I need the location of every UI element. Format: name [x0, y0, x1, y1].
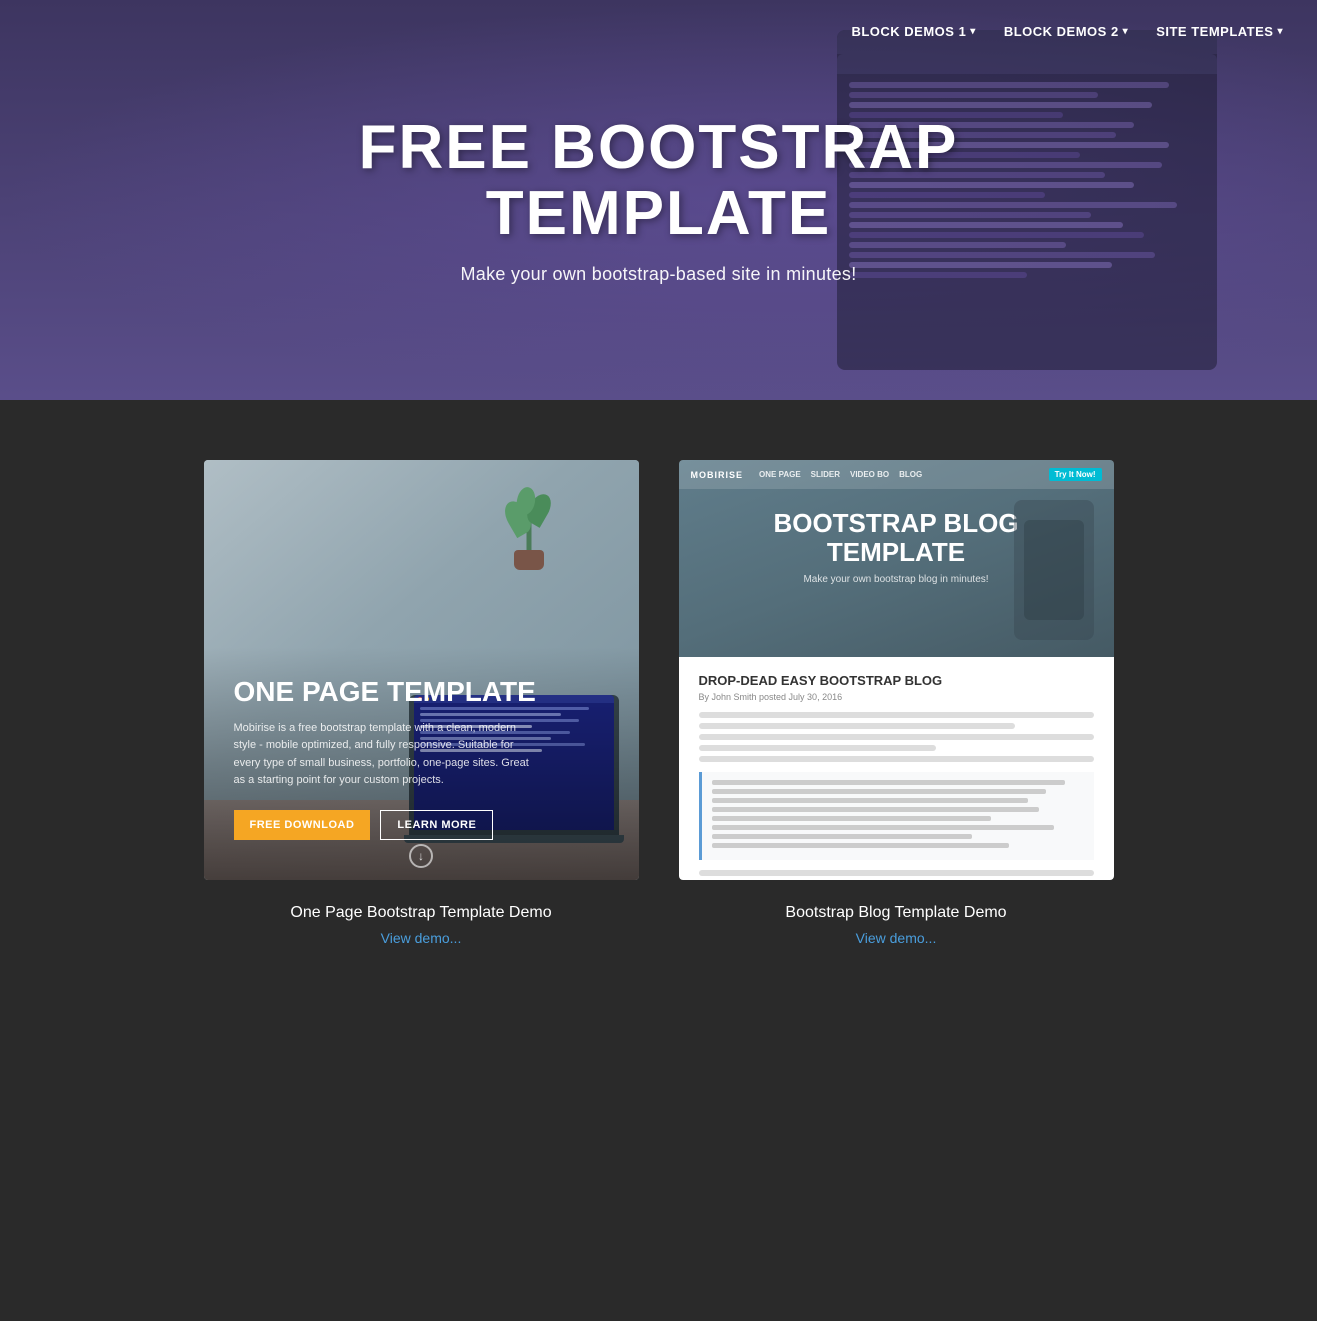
hero-subtitle: Make your own bootstrap-based site in mi… — [359, 264, 959, 285]
nav-site-templates-caret: ▾ — [1277, 26, 1283, 37]
card-blog-top: MOBIRISE ONE PAGE SLIDER VIDEO BO BLOG T… — [679, 460, 1114, 657]
card-blog-nav-item-4: BLOG — [899, 470, 922, 479]
card-blog-image: MOBIRISE ONE PAGE SLIDER VIDEO BO BLOG T… — [679, 460, 1114, 880]
card-blog-label: Bootstrap Blog Template Demo — [785, 904, 1006, 922]
card-one-page-buttons: FREE DOWNLOAD LEARN MORE — [234, 810, 609, 840]
card-one-page-link[interactable]: View demo... — [381, 930, 462, 946]
card-blog-nav-cta: Try It Now! — [1049, 468, 1102, 481]
nav-block-demos-1-label: BLOCK DEMOS 1 — [851, 24, 966, 39]
card-blog-nav-logo: MOBIRISE — [691, 470, 744, 480]
main-nav: BLOCK DEMOS 1 ▾ BLOCK DEMOS 2 ▾ SITE TEM… — [817, 0, 1317, 63]
card-one-page-label: One Page Bootstrap Template Demo — [290, 904, 551, 922]
card-blog-para-4 — [699, 745, 936, 751]
card-blog: MOBIRISE ONE PAGE SLIDER VIDEO BO BLOG T… — [679, 460, 1114, 946]
nav-block-demos-1[interactable]: BLOCK DEMOS 1 ▾ — [841, 18, 985, 45]
card-blog-para-5 — [699, 756, 1094, 762]
nav-block-demos-2-label: BLOCK DEMOS 2 — [1004, 24, 1119, 39]
nav-block-demos-2[interactable]: BLOCK DEMOS 2 ▾ — [994, 18, 1138, 45]
nav-block-demos-2-caret: ▾ — [1123, 26, 1129, 37]
card-one-page-bg: ONE PAGE TEMPLATE Mobirise is a free boo… — [204, 460, 639, 880]
card-blog-para-6 — [699, 870, 1094, 876]
card-one-page-image: ONE PAGE TEMPLATE Mobirise is a free boo… — [204, 460, 639, 880]
free-download-button[interactable]: FREE DOWNLOAD — [234, 810, 371, 840]
card-blog-nav-item-1: ONE PAGE — [759, 470, 801, 479]
card-blog-link[interactable]: View demo... — [856, 930, 937, 946]
card-blog-nav-item-2: SLIDER — [811, 470, 840, 479]
card-blog-article-title: DROP-DEAD EASY BOOTSTRAP BLOG — [699, 673, 1094, 688]
nav-site-templates-label: SITE TEMPLATES — [1156, 24, 1273, 39]
card-blog-article-preview: DROP-DEAD EASY BOOTSTRAP BLOG By John Sm… — [679, 657, 1114, 880]
hero-title: FREE BOOTSTRAPTEMPLATE — [359, 115, 959, 245]
card-one-page-template-title: ONE PAGE TEMPLATE — [234, 677, 609, 708]
nav-site-templates[interactable]: SITE TEMPLATES ▾ — [1146, 18, 1293, 45]
card-blog-para-3 — [699, 734, 1094, 740]
card-blog-para-1 — [699, 712, 1094, 718]
card-blog-quote — [699, 772, 1094, 860]
card-blog-para-2 — [699, 723, 1015, 729]
card-blog-byline: By John Smith posted July 30, 2016 — [699, 692, 1094, 702]
hero-content: FREE BOOTSTRAPTEMPLATE Make your own boo… — [339, 115, 979, 284]
card-blog-nav: MOBIRISE ONE PAGE SLIDER VIDEO BO BLOG T… — [679, 460, 1114, 489]
learn-more-button[interactable]: LEARN MORE — [380, 810, 493, 840]
decorative-plant — [499, 480, 559, 570]
card-blog-nav-item-3: VIDEO BO — [850, 470, 889, 479]
cards-section: ONE PAGE TEMPLATE Mobirise is a free boo… — [0, 400, 1317, 1026]
card-one-page-description: Mobirise is a free bootstrap template wi… — [234, 720, 534, 790]
nav-block-demos-1-caret: ▾ — [970, 26, 976, 37]
scroll-down-arrow[interactable]: ↓ — [409, 844, 433, 868]
card-blog-preview: MOBIRISE ONE PAGE SLIDER VIDEO BO BLOG T… — [679, 460, 1114, 880]
card-one-page: ONE PAGE TEMPLATE Mobirise is a free boo… — [204, 460, 639, 946]
